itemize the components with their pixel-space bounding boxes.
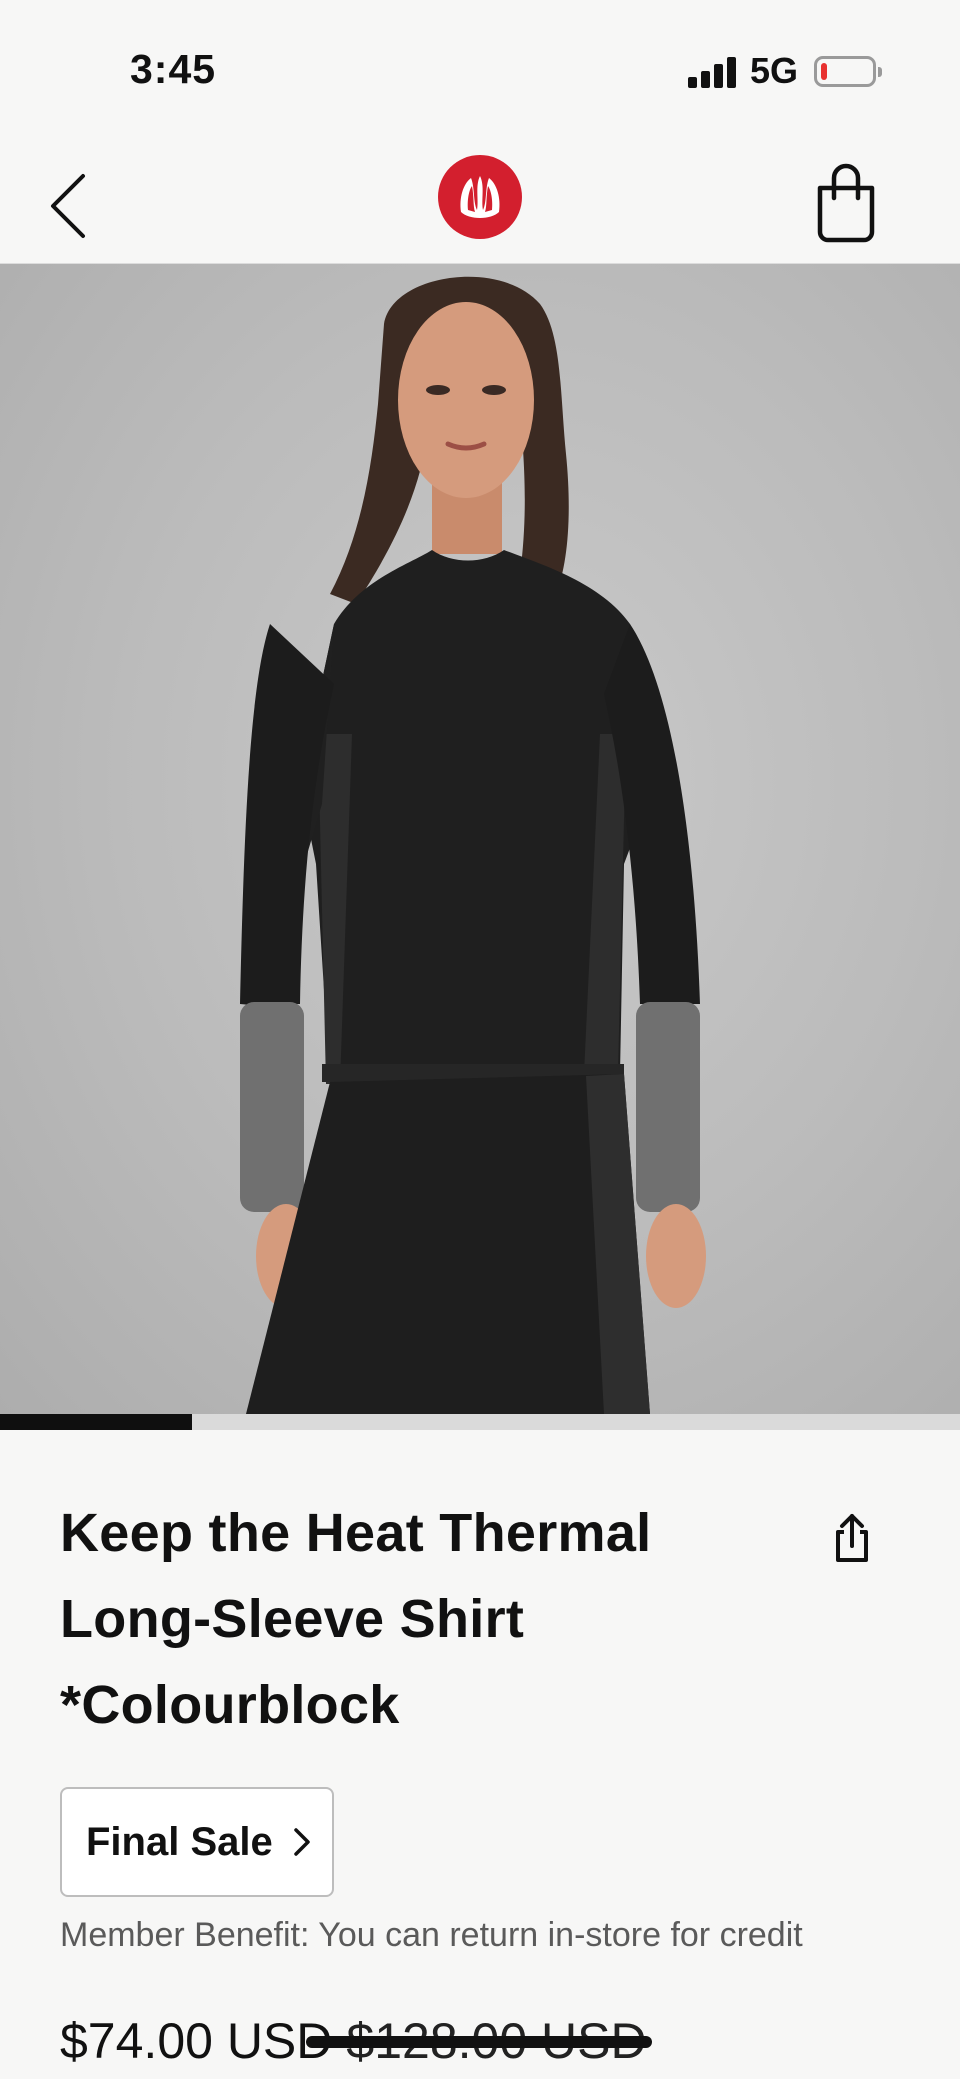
product-detail-screen: 3:45 5G Keep the Heat Thermal Long-Sleev… — [0, 0, 960, 2079]
product-title: Keep the Heat Thermal Long-Sleeve Shirt … — [60, 1503, 652, 1735]
nav-header — [0, 140, 960, 264]
share-icon — [836, 1514, 868, 1562]
home-indicator[interactable] — [306, 2036, 652, 2048]
product-image[interactable] — [0, 264, 960, 1414]
network-label: 5G — [750, 50, 799, 91]
chevron-left-icon — [51, 174, 85, 238]
member-benefit-text: Member Benefit: You can return in-store … — [60, 1916, 803, 1954]
shopping-bag-icon — [817, 163, 875, 243]
product-photo — [240, 276, 706, 1414]
battery-nub — [878, 67, 882, 77]
shopping-bag-button[interactable] — [806, 158, 886, 248]
status-time: 3:45 — [130, 46, 217, 92]
status-bar: 3:45 5G — [0, 0, 960, 140]
final-sale-label: Final Sale — [86, 1819, 273, 1864]
battery-icon — [814, 56, 882, 87]
gallery-progress-track — [0, 1414, 960, 1430]
lululemon-logo-icon[interactable] — [437, 154, 523, 240]
battery-level — [821, 63, 827, 80]
back-button[interactable] — [36, 154, 106, 254]
product-title-row: Keep the Heat Thermal Long-Sleeve Shirt … — [60, 1490, 880, 1748]
chevron-right-icon — [294, 1828, 310, 1856]
share-button[interactable] — [828, 1510, 876, 1566]
gallery-progress-fill — [0, 1414, 192, 1430]
signal-strength-icon — [688, 56, 738, 88]
final-sale-button[interactable]: Final Sale — [60, 1787, 334, 1897]
sale-price: $74.00 USD — [60, 2013, 333, 2069]
